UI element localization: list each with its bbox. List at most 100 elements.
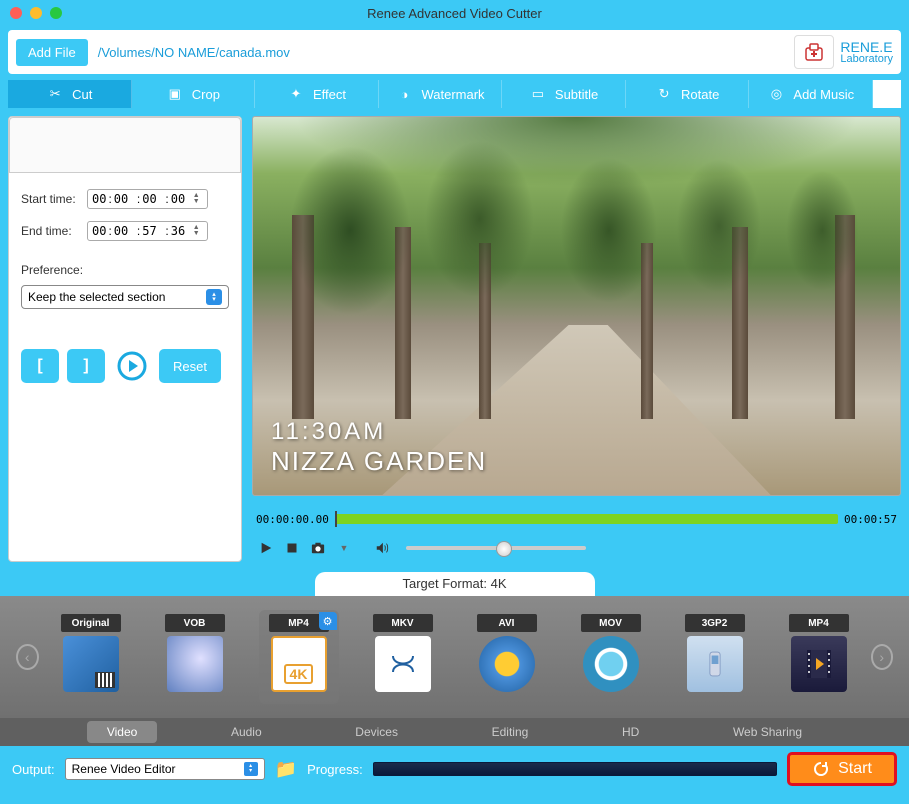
bottom-bar: Output: Renee Video Editor 📁 Progress: S… xyxy=(0,746,909,792)
start-button[interactable]: Start xyxy=(787,752,897,786)
tab-crop[interactable]: ▣ Crop xyxy=(132,80,256,108)
category-devices[interactable]: Devices xyxy=(335,721,418,743)
tab-effect[interactable]: ✦ Effect xyxy=(255,80,379,108)
mark-in-button[interactable]: [ xyxy=(21,349,59,383)
progress-bar xyxy=(373,762,777,776)
refresh-icon xyxy=(812,760,830,778)
quicktime-icon xyxy=(583,636,639,692)
tab-rotate-label: Rotate xyxy=(681,87,719,102)
end-h: 00 xyxy=(92,224,106,238)
file-path: /Volumes/NO NAME/canada.mov xyxy=(98,45,290,60)
start-time-input[interactable]: 00 : 00 : 00 : 00 ▲▼ xyxy=(87,189,208,209)
scissors-icon: ✂ xyxy=(46,85,64,103)
format-mp4[interactable]: MP4 xyxy=(779,610,859,704)
play-icon[interactable] xyxy=(258,540,274,556)
tab-subtitle[interactable]: ▭ Subtitle xyxy=(502,80,626,108)
phone-icon xyxy=(687,636,743,692)
preference-value: Keep the selected section xyxy=(28,290,165,304)
format-badge: Original xyxy=(61,614,121,632)
folder-icon[interactable]: 📁 xyxy=(275,759,297,780)
timeline[interactable]: 00:00:00.00 00:00:57 xyxy=(252,504,901,534)
cut-settings-panel: Start time: 00 : 00 : 00 : 00 ▲▼ End tim… xyxy=(8,116,242,562)
sparkle-icon: ✦ xyxy=(287,85,305,103)
start-stepper[interactable]: ▲▼ xyxy=(189,193,203,205)
toolbar-overflow[interactable] xyxy=(873,80,901,108)
tab-subtitle-label: Subtitle xyxy=(555,87,598,102)
output-label: Output: xyxy=(12,762,55,777)
end-time-input[interactable]: 00 : 00 : 57 : 36 ▲▼ xyxy=(87,221,208,241)
category-hd[interactable]: HD xyxy=(602,721,659,743)
globe-icon xyxy=(63,636,119,692)
timeline-bar[interactable] xyxy=(335,514,838,524)
end-stepper[interactable]: ▲▼ xyxy=(189,225,203,237)
reset-button[interactable]: Reset xyxy=(159,349,221,383)
mark-out-button[interactable]: ] xyxy=(67,349,105,383)
category-tabs: Video Audio Devices Editing HD Web Shari… xyxy=(0,718,909,746)
end-time-row: End time: 00 : 00 : 57 : 36 ▲▼ xyxy=(21,221,229,241)
end-time-label: End time: xyxy=(21,224,81,238)
format-badge: MOV xyxy=(581,614,641,632)
format-badge: MP4 xyxy=(269,614,329,632)
category-video[interactable]: Video xyxy=(87,721,157,743)
chevron-updown-icon xyxy=(244,762,258,776)
volume-slider[interactable] xyxy=(406,546,586,550)
topbar: Add File /Volumes/NO NAME/canada.mov REN… xyxy=(8,30,901,74)
logo-line2: Laboratory xyxy=(840,54,893,65)
logo: RENE.E Laboratory xyxy=(794,35,893,69)
cut-controls: [ ] Reset xyxy=(21,349,229,383)
logo-line1: RENE.E xyxy=(840,40,893,54)
progress-label: Progress: xyxy=(307,762,363,777)
format-vob[interactable]: VOB xyxy=(155,610,235,704)
category-editing[interactable]: Editing xyxy=(472,721,549,743)
disc-icon xyxy=(167,636,223,692)
target-format-label: Target Format: 4K xyxy=(315,572,595,596)
tab-effect-label: Effect xyxy=(313,87,346,102)
format-avi[interactable]: AVI xyxy=(467,610,547,704)
start-label: Start xyxy=(838,760,872,778)
tab-cut-label: Cut xyxy=(72,87,92,102)
tab-addmusic-label: Add Music xyxy=(793,87,854,102)
mkv-icon xyxy=(375,636,431,692)
format-strip: ‹ Original VOB MP4 MKV AVI MOV 3GP2 xyxy=(0,596,909,718)
window-title: Renee Advanced Video Cutter xyxy=(0,6,909,21)
format-badge: MP4 xyxy=(789,614,849,632)
format-mp4-4k[interactable]: MP4 xyxy=(259,610,339,704)
tab-cut[interactable]: ✂ Cut xyxy=(8,80,132,108)
prev-formats-button[interactable]: ‹ xyxy=(16,644,39,670)
chevron-down-icon[interactable]: ▼ xyxy=(336,540,352,556)
main-area: Start time: 00 : 00 : 00 : 00 ▲▼ End tim… xyxy=(8,116,901,562)
format-3gp2[interactable]: 3GP2 xyxy=(675,610,755,704)
video-preview[interactable]: 11:30AM NIZZA GARDEN xyxy=(252,116,901,496)
camera-icon[interactable] xyxy=(310,540,326,556)
start-time-row: Start time: 00 : 00 : 00 : 00 ▲▼ xyxy=(21,189,229,209)
start-m: 00 xyxy=(114,192,128,206)
start-time-label: Start time: xyxy=(21,192,81,206)
end-f: 36 xyxy=(171,224,185,238)
format-cards: Original VOB MP4 MKV AVI MOV 3GP2 MP4 xyxy=(51,610,859,704)
rotate-icon: ↻ xyxy=(655,85,673,103)
tab-watermark[interactable]: ◑ Watermark xyxy=(379,80,503,108)
stop-icon[interactable] xyxy=(284,540,300,556)
format-mkv[interactable]: MKV xyxy=(363,610,443,704)
chevron-updown-icon xyxy=(206,289,222,305)
preference-select[interactable]: Keep the selected section xyxy=(21,285,229,309)
film-icon xyxy=(791,636,847,692)
format-original[interactable]: Original xyxy=(51,610,131,704)
category-web[interactable]: Web Sharing xyxy=(713,721,822,743)
tab-addmusic[interactable]: ◎ Add Music xyxy=(749,80,873,108)
tab-crop-label: Crop xyxy=(192,87,220,102)
play-button[interactable] xyxy=(113,349,151,383)
add-file-button[interactable]: Add File xyxy=(16,39,88,66)
droplet-icon: ◑ xyxy=(395,85,413,103)
volume-icon[interactable] xyxy=(374,540,390,556)
format-mov[interactable]: MOV xyxy=(571,610,651,704)
tab-rotate[interactable]: ↻ Rotate xyxy=(626,80,750,108)
next-formats-button[interactable]: › xyxy=(871,644,894,670)
video-overlay-text: 11:30AM NIZZA GARDEN xyxy=(271,418,487,477)
output-value: Renee Video Editor xyxy=(72,762,176,776)
timecode-start: 00:00:00.00 xyxy=(256,513,329,526)
output-select[interactable]: Renee Video Editor xyxy=(65,758,265,780)
format-badge: 3GP2 xyxy=(685,614,745,632)
category-audio[interactable]: Audio xyxy=(211,721,282,743)
toolbar: ✂ Cut ▣ Crop ✦ Effect ◑ Watermark ▭ Subt… xyxy=(8,80,901,108)
